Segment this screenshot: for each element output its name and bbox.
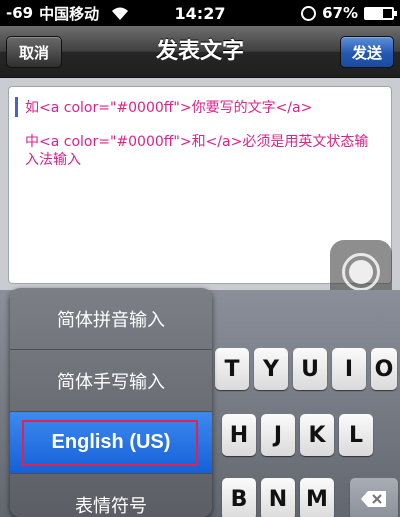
key-h[interactable]: H bbox=[222, 414, 256, 456]
key-y[interactable]: Y bbox=[254, 348, 288, 390]
editor-line-1: 如<a color="#0000ff">你要写的文字</a> bbox=[25, 100, 313, 116]
battery-icon bbox=[364, 6, 397, 20]
key-n[interactable]: N bbox=[261, 478, 295, 517]
assistive-touch-dot-icon bbox=[349, 260, 373, 284]
selection-highlight bbox=[22, 420, 198, 466]
status-bar: -69 中国移动 14:27 67% bbox=[0, 0, 400, 26]
key-u[interactable]: U bbox=[293, 348, 327, 390]
nav-bar: 发表文字 取消 发送 bbox=[0, 26, 400, 78]
delete-key[interactable] bbox=[350, 478, 398, 517]
editor-area: 如<a color="#0000ff">你要写的文字</a> 中<a color… bbox=[0, 78, 400, 306]
key-b[interactable]: B bbox=[222, 478, 256, 517]
key-o[interactable]: O bbox=[371, 348, 397, 390]
input-method-handwriting[interactable]: 简体手写输入 bbox=[10, 350, 212, 412]
key-l[interactable]: L bbox=[339, 414, 373, 456]
battery-percent: 67% bbox=[322, 4, 358, 22]
input-method-pinyin[interactable]: 简体拼音输入 bbox=[10, 288, 212, 350]
key-m[interactable]: M bbox=[300, 478, 334, 517]
rotation-lock-icon bbox=[301, 5, 317, 21]
key-t[interactable]: T bbox=[215, 348, 249, 390]
editor-line-2: 中<a color="#0000ff">和</a>必须是用英文状态输入法输入 bbox=[25, 134, 369, 168]
text-caret bbox=[15, 97, 18, 117]
input-method-english-us[interactable]: English (US) bbox=[10, 412, 212, 474]
key-j[interactable]: J bbox=[261, 414, 295, 456]
backspace-icon bbox=[361, 491, 386, 507]
cancel-button[interactable]: 取消 bbox=[6, 36, 62, 68]
input-method-menu: 简体拼音输入 简体手写输入 English (US) 表情符号 bbox=[10, 288, 212, 517]
key-k[interactable]: K bbox=[300, 414, 334, 456]
key-i[interactable]: I bbox=[332, 348, 366, 390]
input-method-emoji[interactable]: 表情符号 bbox=[10, 474, 212, 517]
send-button[interactable]: 发送 bbox=[340, 36, 394, 68]
